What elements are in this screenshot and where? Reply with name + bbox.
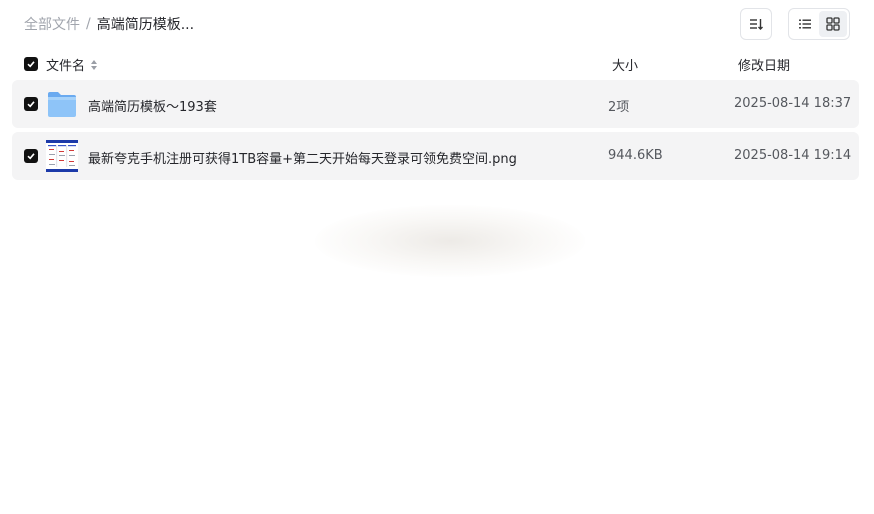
file-date: 2025-08-14 18:37 <box>734 96 852 111</box>
row-checkbox[interactable] <box>24 97 38 111</box>
row-checkbox[interactable] <box>24 149 38 163</box>
sort-button[interactable] <box>740 8 772 40</box>
file-browser: 全部文件 / 高端简历模板... 文件名 大小 修改日期 高端简历模板～193套… <box>0 0 874 514</box>
file-date: 2025-08-14 19:14 <box>734 148 852 163</box>
grid-view-button[interactable] <box>819 11 847 37</box>
select-all-checkbox[interactable] <box>24 57 38 71</box>
table-row[interactable]: 最新夸克手机注册可获得1TB容量+第二天开始每天登录可领免费空间.png 944… <box>12 132 859 180</box>
blurred-placeholder <box>315 205 585 277</box>
check-icon <box>27 153 35 160</box>
table-row[interactable]: 高端简历模板～193套 2项 2025-08-14 18:37 <box>12 80 859 128</box>
file-name[interactable]: 最新夸克手机注册可获得1TB容量+第二天开始每天登录可领免费空间.png <box>88 148 517 167</box>
grid-view-icon <box>826 17 840 31</box>
size-column-header[interactable]: 大小 <box>612 55 638 74</box>
check-icon <box>27 61 35 68</box>
name-column-label: 文件名 <box>46 59 86 74</box>
table-header: 文件名 大小 修改日期 <box>12 52 859 76</box>
breadcrumb: 全部文件 / 高端简历模板... <box>24 14 194 34</box>
file-name[interactable]: 高端简历模板～193套 <box>88 96 217 115</box>
file-size: 944.6KB <box>608 148 663 163</box>
date-column-header[interactable]: 修改日期 <box>738 55 790 74</box>
sort-icon <box>750 19 763 30</box>
view-toggle <box>788 8 850 40</box>
name-column-header[interactable]: 文件名 <box>46 55 99 74</box>
breadcrumb-root[interactable]: 全部文件 <box>24 14 80 34</box>
check-icon <box>27 101 35 108</box>
breadcrumb-separator: / <box>86 16 91 32</box>
breadcrumb-current: 高端简历模板... <box>96 17 195 33</box>
file-size: 2项 <box>608 100 630 115</box>
list-view-icon <box>799 19 811 29</box>
folder-icon <box>48 92 76 117</box>
list-view-button[interactable] <box>791 11 819 37</box>
image-thumbnail <box>46 140 78 172</box>
sort-toggle-icon <box>91 59 98 70</box>
